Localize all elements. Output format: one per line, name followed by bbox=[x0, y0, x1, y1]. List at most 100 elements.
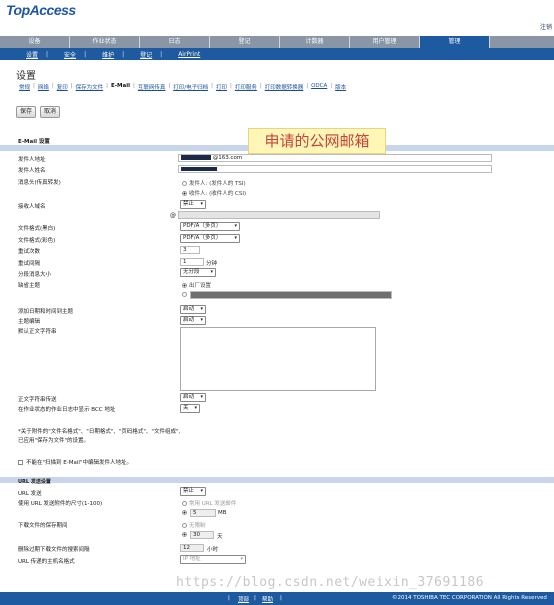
url-option-common-label: 常用 URL 发送邮件 bbox=[189, 501, 237, 507]
app-logo: TopAccess bbox=[6, 2, 76, 18]
bcc-label: 在作业状态的作业日志中显示 BCC 地址 bbox=[18, 407, 116, 413]
tab-counter[interactable]: 计数器 bbox=[280, 36, 350, 48]
from-name-label: 发件人姓名 bbox=[18, 168, 46, 174]
file-format-color-label: 文件格式(彩色) bbox=[18, 238, 56, 244]
settings-links: 常规 | 网络 | 复印 | 保存为文件 | E-Mail | 互联网传真 | 打印/电子归… bbox=[16, 83, 349, 91]
save-period-label: 下载文件的保存期间 bbox=[18, 523, 68, 529]
subtab-setup[interactable]: 设置 bbox=[10, 50, 46, 59]
default-subject-label: 缺省主题 bbox=[18, 283, 41, 289]
checkbox-box bbox=[18, 460, 23, 465]
annotation-banner: 申请的公网邮箱 bbox=[248, 128, 386, 154]
header-label: 消息头(传真转发) bbox=[18, 180, 61, 186]
body-send-label: 正文字符串传送 bbox=[18, 397, 57, 403]
sub-tabs: 设置 | 安全 | 维护 | 登记 | AirPrint bbox=[0, 48, 554, 60]
note-line-2: 已应用"保存为文件"的设置。 bbox=[18, 438, 90, 444]
url-size-label: 使用 URL 发送附件的尺寸(1-100) bbox=[18, 501, 103, 507]
url-size-unit: MB bbox=[218, 510, 227, 516]
from-name-field[interactable] bbox=[178, 165, 492, 173]
delete-interval-unit: 小时 bbox=[207, 547, 219, 553]
edit-sender-checkbox[interactable]: 不能在"扫描到 E-Mail"中编辑发件人地址。 bbox=[18, 458, 132, 466]
main-tabs: 设备 作业状态 日志 登记 计数器 用户管理 管理 bbox=[0, 36, 554, 48]
logout-link[interactable]: 注销 bbox=[540, 22, 552, 31]
from-address-label: 发件人地址 bbox=[18, 157, 46, 163]
cancel-button[interactable]: 取消 bbox=[40, 106, 61, 118]
tab-device[interactable]: 设备 bbox=[0, 36, 70, 48]
redacted-block bbox=[181, 166, 217, 171]
period-option-unlimited[interactable]: 无限制 bbox=[182, 521, 206, 529]
url-option-common[interactable]: 常用 URL 发送邮件 bbox=[182, 499, 236, 507]
tab-job-status[interactable]: 作业状态 bbox=[70, 36, 140, 48]
footer: | 顶部 | 帮助 | ©2014 TOSHIBA TEC CORPORATIO… bbox=[0, 592, 554, 605]
link-save-as-file[interactable]: 保存为文件 bbox=[73, 83, 107, 91]
link-general[interactable]: 常规 bbox=[16, 83, 33, 91]
section-title-url: URL 发送设置 bbox=[18, 479, 51, 485]
retry-interval-field[interactable]: 1 bbox=[180, 258, 204, 266]
retry-count-field[interactable]: 3 bbox=[180, 246, 200, 254]
section-divider bbox=[0, 477, 554, 483]
subtab-security[interactable]: 安全 bbox=[48, 50, 84, 59]
link-print-service[interactable]: 打印服务 bbox=[232, 83, 260, 91]
subtab-registration[interactable]: 登记 bbox=[124, 50, 160, 59]
link-print[interactable]: 打印 bbox=[213, 83, 230, 91]
tab-filler bbox=[490, 36, 554, 48]
default-body-textarea[interactable] bbox=[180, 327, 376, 391]
link-internet-fax[interactable]: 互联网传真 bbox=[135, 83, 169, 91]
subject-option-custom[interactable] bbox=[182, 292, 189, 298]
link-version[interactable]: 版本 bbox=[332, 83, 349, 91]
bcc-select[interactable]: 关 bbox=[180, 404, 200, 413]
delete-interval-field[interactable]: 12 bbox=[180, 544, 204, 552]
receiver-domain-select[interactable]: 禁止 bbox=[180, 200, 206, 209]
from-address-field[interactable]: @163.com bbox=[178, 154, 492, 162]
footer-link-top[interactable]: 顶部 bbox=[238, 595, 249, 603]
separator: | bbox=[280, 595, 282, 601]
custom-subject-field[interactable] bbox=[190, 291, 392, 299]
redacted-block bbox=[181, 155, 211, 160]
note-line-1: *关于附件的"文件名格式"、"日期格式"、"页码格式"、"文件组成", bbox=[18, 429, 181, 435]
fragment-size-select[interactable]: 无分段 bbox=[180, 268, 216, 277]
link-copy[interactable]: 复印 bbox=[54, 83, 71, 91]
retry-interval-label: 重试间隔 bbox=[18, 261, 41, 267]
watermark-text: https://blog.csdn.net/weixin_37691186 bbox=[176, 575, 485, 590]
link-odca[interactable]: ODCA bbox=[308, 83, 330, 91]
header-option-tsi-label: 发件人: (发件人的 TSI) bbox=[189, 181, 246, 187]
url-send-label: URL 发送 bbox=[18, 491, 42, 497]
header-option-csi-label: 收件人: (收件人的 CSI) bbox=[189, 191, 247, 197]
period-option-days[interactable] bbox=[182, 532, 189, 538]
tab-administration[interactable]: 管理 bbox=[420, 36, 490, 48]
link-print-efiling[interactable]: 打印/电子归档 bbox=[170, 83, 211, 91]
hostname-select[interactable]: IP 地址 bbox=[180, 555, 246, 564]
period-option-unlimited-label: 无限制 bbox=[189, 523, 206, 529]
receiver-domain-field[interactable] bbox=[178, 211, 380, 219]
section-title-email: E-Mail 设置 bbox=[18, 139, 50, 145]
link-print-data-converter[interactable]: 打印数据转换器 bbox=[262, 83, 307, 91]
footer-link-help[interactable]: 帮助 bbox=[262, 595, 273, 603]
link-network[interactable]: 网络 bbox=[35, 83, 52, 91]
subject-edit-select[interactable]: 启动 bbox=[180, 316, 206, 325]
copyright-text: ©2014 TOSHIBA TEC CORPORATION All Rights… bbox=[392, 595, 547, 601]
tab-registration[interactable]: 登记 bbox=[210, 36, 280, 48]
edit-sender-checkbox-label: 不能在"扫描到 E-Mail"中编辑发件人地址。 bbox=[26, 460, 132, 466]
body-send-select[interactable]: 启动 bbox=[180, 393, 206, 402]
add-date-select[interactable]: 启动 bbox=[180, 305, 206, 314]
at-symbol: @ bbox=[170, 212, 176, 219]
url-size-field[interactable]: 5 bbox=[190, 509, 216, 517]
tab-logs[interactable]: 日志 bbox=[140, 36, 210, 48]
subtab-maintenance[interactable]: 维护 bbox=[86, 50, 122, 59]
url-option-size[interactable] bbox=[182, 510, 189, 516]
from-address-domain: @163.com bbox=[212, 155, 243, 161]
subtab-airprint[interactable]: AirPrint bbox=[162, 51, 208, 58]
subject-option-factory[interactable]: 出厂设置 bbox=[182, 281, 211, 289]
save-button[interactable]: 保存 bbox=[16, 106, 37, 118]
add-date-label: 添加日期和时间到主题 bbox=[18, 309, 74, 315]
default-body-label: 默认正文字符串 bbox=[18, 329, 57, 335]
hostname-label: URL 传递的主机名格式 bbox=[18, 559, 75, 565]
url-send-select[interactable]: 禁止 bbox=[180, 487, 206, 496]
subject-option-factory-label: 出厂设置 bbox=[189, 283, 212, 289]
file-format-mono-select[interactable]: PDF/A（多页） bbox=[180, 222, 240, 231]
file-format-color-select[interactable]: PDF/A（多页） bbox=[180, 234, 240, 243]
tab-user-management[interactable]: 用户管理 bbox=[350, 36, 420, 48]
retry-count-label: 重试次数 bbox=[18, 249, 41, 255]
header-option-tsi[interactable]: 发件人: (发件人的 TSI) bbox=[182, 179, 246, 187]
save-period-field[interactable]: 30 bbox=[190, 531, 214, 539]
header-option-csi[interactable]: 收件人: (收件人的 CSI) bbox=[182, 189, 246, 197]
